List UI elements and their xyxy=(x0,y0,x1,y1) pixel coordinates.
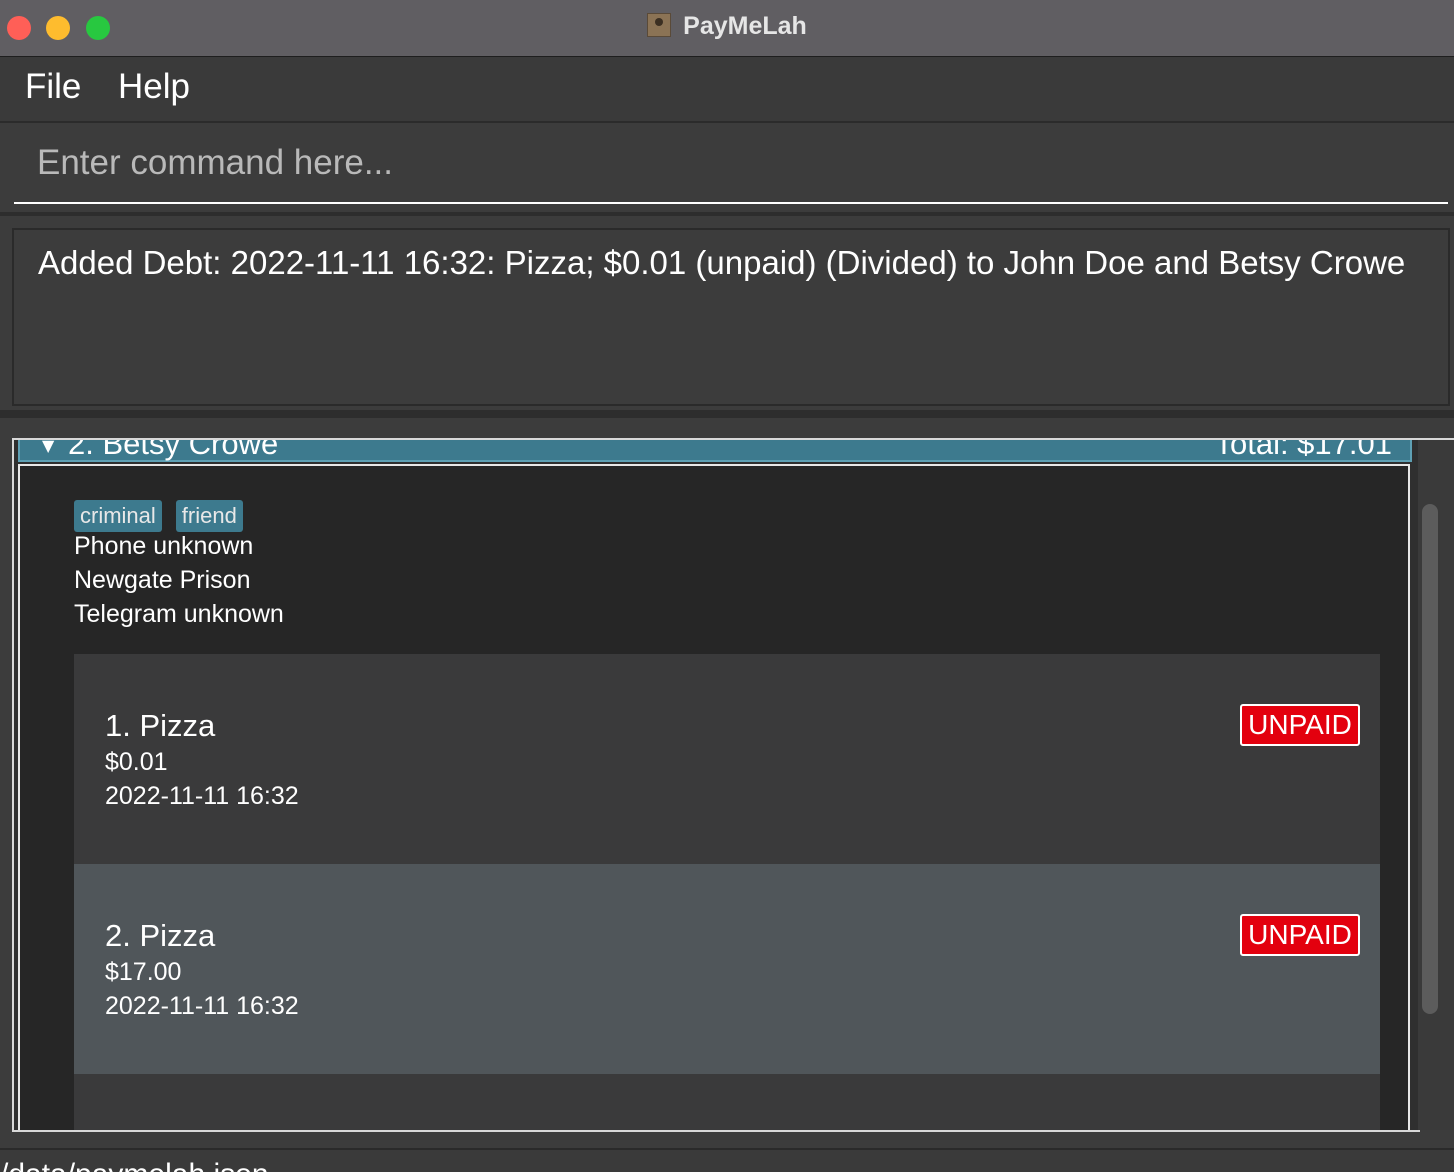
tag: criminal xyxy=(74,500,162,532)
window-title: PayMeLah xyxy=(0,12,1454,41)
debt-list-filler xyxy=(74,1074,1380,1130)
scrollbar-thumb[interactable] xyxy=(1422,504,1438,1014)
scrollbar[interactable] xyxy=(1418,438,1454,1130)
debt-amount: $17.00 xyxy=(105,958,182,986)
debt-item[interactable]: 2. Pizza $17.00 2022-11-11 16:32 UNPAID xyxy=(74,864,1380,1074)
debt-item[interactable]: 1. Pizza $0.01 2022-11-11 16:32 UNPAID xyxy=(74,654,1380,864)
command-box xyxy=(14,124,1448,204)
person-total: Total: $17.01 xyxy=(1214,438,1392,461)
person-name: 2. Betsy Crowe xyxy=(68,438,279,461)
app-icon xyxy=(647,13,672,37)
result-text: Added Debt: 2022-11-11 16:32: Pizza; $0.… xyxy=(38,244,1406,281)
tag-list: criminal friend xyxy=(74,500,243,532)
telegram-text: Telegram unknown xyxy=(74,600,284,628)
command-input[interactable] xyxy=(14,124,1448,202)
menu-bar: File Help xyxy=(0,57,1454,123)
menu-help[interactable]: Help xyxy=(118,67,190,107)
unpaid-badge: UNPAID xyxy=(1240,704,1360,746)
unpaid-badge: UNPAID xyxy=(1240,914,1360,956)
person-details: criminal friend Phone unknown Newgate Pr… xyxy=(18,464,1410,1130)
tag: friend xyxy=(175,500,243,532)
phone-text: Phone unknown xyxy=(74,532,254,560)
debt-title: 2. Pizza xyxy=(105,918,216,953)
title-bar: PayMeLah xyxy=(0,0,1454,57)
window-title-text: PayMeLah xyxy=(683,12,807,40)
divider xyxy=(0,212,1454,216)
chevron-down-icon[interactable]: ▼ xyxy=(42,440,54,455)
address-text: Newgate Prison xyxy=(74,566,251,594)
debt-datetime: 2022-11-11 16:32 xyxy=(105,782,299,810)
result-display: Added Debt: 2022-11-11 16:32: Pizza; $0.… xyxy=(12,228,1450,406)
menu-file[interactable]: File xyxy=(25,67,81,107)
status-bar: /data/paymelah.json xyxy=(0,1148,1454,1172)
debt-amount: $0.01 xyxy=(105,748,168,776)
person-card-header[interactable]: ▼ 2. Betsy Crowe Total: $17.01 xyxy=(18,438,1412,462)
debt-title: 1. Pizza xyxy=(105,708,216,743)
divider xyxy=(0,410,1454,418)
debt-datetime: 2022-11-11 16:32 xyxy=(105,992,299,1020)
person-list[interactable]: ▼ 2. Betsy Crowe Total: $17.01 criminal … xyxy=(12,438,1420,1132)
